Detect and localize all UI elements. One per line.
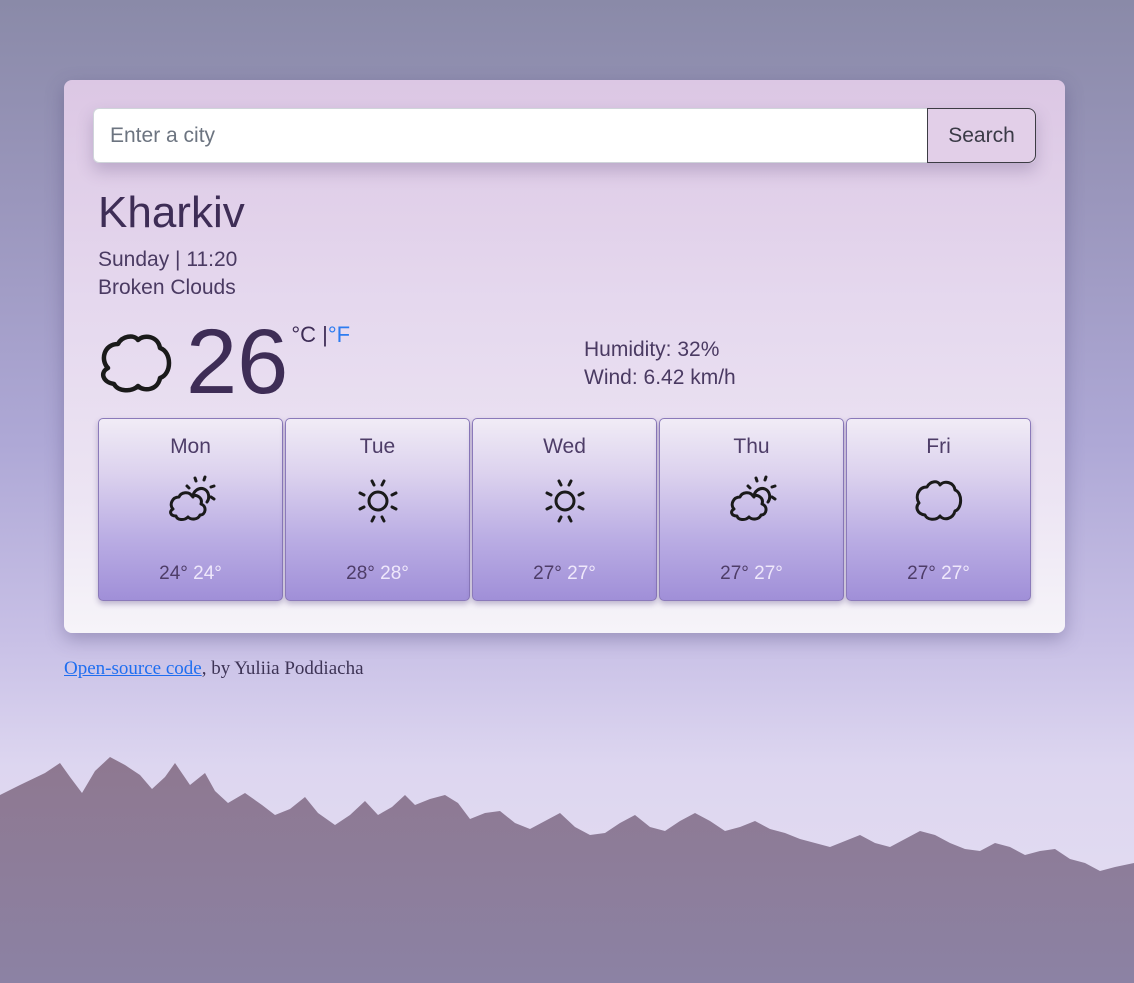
forecast-temps: 28° 28°	[286, 563, 469, 585]
unit-toggle: °C |°F	[291, 322, 350, 348]
author-credit: , by Yuliia Poddiacha	[201, 658, 364, 679]
forecast-day: Thu 27° 27°	[659, 418, 844, 601]
partly-cloudy-icon	[168, 475, 215, 522]
city-search-input[interactable]	[93, 108, 927, 163]
forecast-temps: 27° 27°	[473, 563, 656, 585]
search-form: Search	[93, 108, 1036, 163]
forecast-day-name: Fri	[926, 435, 951, 458]
humidity: Humidity: 32%	[584, 338, 720, 361]
forecast-min: 27°	[754, 563, 783, 584]
footer-credit: Open-source code, by Yuliia Poddiacha	[64, 658, 364, 680]
forecast-day-name: Mon	[170, 435, 211, 458]
current-meta: Sunday | 11:20 Broken Clouds	[98, 246, 237, 302]
weather-details: Humidity: 32% Wind: 6.42 km/h	[584, 336, 736, 392]
forecast-temps: 27° 27°	[660, 563, 843, 585]
forecast-max: 27°	[533, 563, 562, 584]
forecast-max: 28°	[346, 563, 375, 584]
sun-icon	[545, 479, 584, 523]
unit-separator: |	[316, 322, 328, 347]
city-name: Kharkiv	[98, 188, 245, 237]
forecast-list: Mon 24° 24° Tue 28° 28° Wed 27° 27° Thu …	[98, 418, 1031, 601]
search-button[interactable]: Search	[927, 108, 1036, 163]
sun-icon	[358, 479, 397, 523]
forecast-min: 24°	[193, 563, 222, 584]
open-source-link[interactable]: Open-source code	[64, 658, 202, 679]
wind-speed: Wind: 6.42 km/h	[584, 366, 736, 389]
celsius-link[interactable]: °C	[291, 322, 316, 347]
forecast-day-name: Thu	[733, 435, 770, 458]
forecast-temps: 24° 24°	[99, 563, 282, 585]
forecast-max: 27°	[720, 563, 749, 584]
fahrenheit-link[interactable]: °F	[328, 322, 350, 347]
weather-description: Broken Clouds	[98, 276, 236, 299]
forecast-min: 27°	[941, 563, 970, 584]
partly-cloudy-icon	[729, 475, 776, 522]
current-datetime: Sunday | 11:20	[98, 248, 238, 271]
forecast-day-name: Wed	[543, 435, 586, 458]
forecast-day: Fri 27° 27°	[846, 418, 1031, 601]
forecast-max: 27°	[907, 563, 936, 584]
forecast-min: 27°	[567, 563, 596, 584]
forecast-day: Mon 24° 24°	[98, 418, 283, 601]
cloud-icon	[100, 334, 172, 393]
current-temperature: 26	[186, 311, 289, 413]
weather-card: Search Kharkiv Sunday | 11:20 Broken Clo…	[64, 80, 1065, 633]
forecast-day: Tue 28° 28°	[285, 418, 470, 601]
forecast-max: 24°	[159, 563, 188, 584]
forecast-day-name: Tue	[359, 435, 396, 458]
mountain-background	[0, 757, 1134, 983]
cloud-icon	[915, 480, 962, 521]
forecast-day: Wed 27° 27°	[472, 418, 657, 601]
forecast-temps: 27° 27°	[847, 563, 1030, 585]
forecast-min: 28°	[380, 563, 409, 584]
current-temperature-block: 26 °C |°F	[98, 316, 350, 408]
